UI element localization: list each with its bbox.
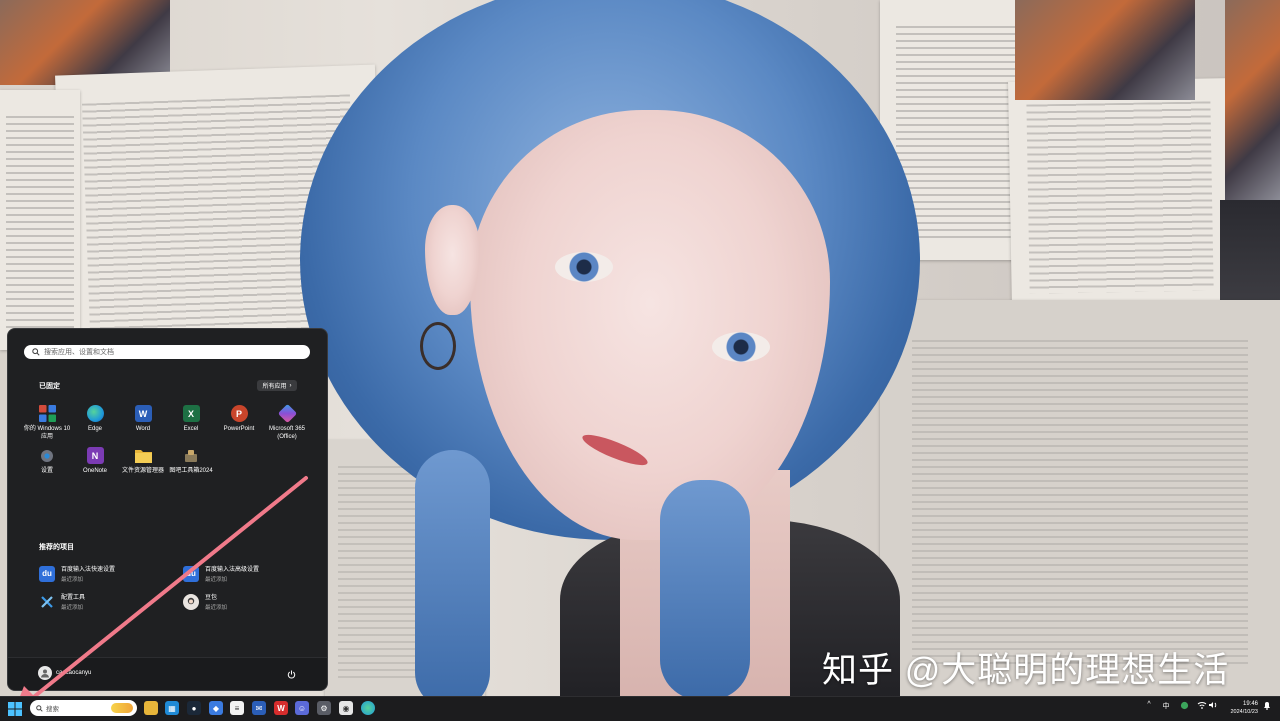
character-eye <box>555 252 613 282</box>
app-label: 图吧工具箱2024 <box>169 468 213 474</box>
recommended-item-name: 配置工具 <box>61 595 86 601</box>
pinned-section-title: 已固定 <box>39 383 60 390</box>
recommended-item-name: 百度输入法快速设置 <box>61 567 116 573</box>
power-icon <box>287 669 295 678</box>
start-search-input[interactable]: 搜索应用、设置和文档 <box>24 345 310 359</box>
recommended-item[interactable]: 豆包 最近添加 <box>183 592 227 611</box>
ime-indicator[interactable]: 中 <box>1160 701 1172 711</box>
doubao-icon[interactable]: ◉ <box>339 701 353 715</box>
wallpaper-comic-panel <box>1015 0 1195 100</box>
wallpaper-newspaper <box>880 300 1280 700</box>
tools-icon <box>39 594 55 610</box>
recommended-item-sub: 最近添加 <box>205 577 228 583</box>
recommended-section-title: 推荐的项目 <box>39 544 74 551</box>
volume-icon[interactable] <box>1208 701 1218 709</box>
user-avatar-icon <box>38 666 52 680</box>
app-label: Excel <box>183 426 199 432</box>
pinned-app-file-explorer[interactable]: 文件资源管理器 <box>119 447 167 475</box>
start-menu-footer: caocaocanyu <box>8 657 327 690</box>
avatar-app-icon[interactable]: ☺ <box>295 701 309 715</box>
wallpaper-comic-panel <box>1225 0 1280 200</box>
user-name: caocaocanyu <box>56 670 92 676</box>
app-label: PowerPoint <box>223 426 255 432</box>
search-icon <box>30 346 42 358</box>
pinned-app-onenote[interactable]: N OneNote <box>71 447 119 475</box>
recommended-item-name: 百度输入法高级设置 <box>205 567 260 573</box>
notification-bell-icon[interactable] <box>1262 701 1272 710</box>
pinned-app-settings[interactable]: 设置 <box>23 447 71 475</box>
m365-icon <box>277 403 297 424</box>
app-label: 设置 <box>40 468 53 474</box>
store-icon[interactable]: ▦ <box>165 701 179 715</box>
baidu-du-icon: du <box>39 565 55 582</box>
show-hidden-icons-chevron-icon[interactable]: ^ <box>1144 701 1154 708</box>
file-explorer-icon[interactable] <box>144 701 158 715</box>
app-label: Word <box>135 426 151 432</box>
pinned-app-excel[interactable]: X Excel <box>167 405 215 433</box>
pinned-app-m365[interactable]: Microsoft 365 (Office) <box>263 403 311 441</box>
pinned-app-windows10-apps[interactable]: 你的 Windows 10 应用 <box>23 405 71 441</box>
app-icon[interactable]: ◆ <box>209 701 223 715</box>
search-placeholder: 搜索应用、设置和文档 <box>44 349 114 356</box>
wps-icon[interactable]: W <box>274 701 288 715</box>
steam-icon[interactable]: ● <box>187 701 201 715</box>
recommended-item[interactable]: 配置工具 最近添加 <box>39 592 85 611</box>
pinned-app-word[interactable]: W Word <box>119 405 167 433</box>
edge-icon <box>86 405 104 422</box>
all-apps-button[interactable]: 所有应用 › <box>257 380 297 391</box>
app-label: Edge <box>87 426 102 432</box>
onenote-icon: N <box>86 447 104 464</box>
character-braid <box>660 480 750 700</box>
chevron-right-icon: › <box>289 382 292 389</box>
settings-gear-icon <box>39 447 56 464</box>
excel-icon: X <box>182 405 200 422</box>
system-clock[interactable]: 19:46 2024/10/23 <box>1222 700 1258 716</box>
recommended-item-sub: 最近添加 <box>61 577 84 583</box>
start-menu: 搜索应用、设置和文档 已固定 所有应用 › 你的 Windows 10 应用 E… <box>7 328 328 691</box>
toolbox-icon <box>183 447 200 464</box>
clock-date: 2024/10/23 <box>1230 709 1258 715</box>
app-label: OneNote <box>82 468 107 474</box>
recommended-item-sub: 最近添加 <box>205 605 228 611</box>
word-icon: W <box>134 405 152 422</box>
doubao-icon <box>183 593 199 610</box>
app-label: 文件资源管理器 <box>121 468 164 474</box>
app-label: 你的 Windows 10 应用 <box>23 426 71 440</box>
file-explorer-icon <box>134 447 152 464</box>
pinned-app-toolbox[interactable]: 图吧工具箱2024 <box>167 447 215 475</box>
settings-gear-icon[interactable]: ⚙ <box>317 701 331 715</box>
start-button[interactable] <box>6 700 24 718</box>
app-label: Microsoft 365 (Office) <box>268 426 305 440</box>
wallpaper-newspaper <box>0 90 80 350</box>
mail-icon[interactable]: ✉ <box>252 701 266 715</box>
all-apps-label: 所有应用 <box>262 384 287 390</box>
wallpaper-newspaper <box>1008 78 1232 312</box>
zhihu-watermark: 知乎 @大聪明的理想生活 <box>822 651 1230 690</box>
recommended-item-sub: 最近添加 <box>61 605 84 611</box>
search-icon <box>36 704 43 712</box>
user-account-button[interactable]: caocaocanyu <box>38 666 91 680</box>
character-eye <box>712 332 770 362</box>
taskbar-search-box[interactable]: 搜索 <box>30 700 137 716</box>
wifi-icon[interactable] <box>1196 701 1208 709</box>
notepad-icon[interactable]: ≡ <box>230 701 244 715</box>
clock-time: 19:46 <box>1242 701 1258 707</box>
search-highlight-icon <box>111 703 133 713</box>
edge-icon[interactable] <box>361 701 375 715</box>
taskbar: 搜索 ▦ ● ◆ ≡ ✉ W ☺ ⚙ ◉ ^ 中 19:46 2024/10/2… <box>0 696 1280 721</box>
character-braid <box>415 450 490 710</box>
baidu-du-icon: du <box>183 565 199 582</box>
windows-logo-icon <box>8 702 22 716</box>
pinned-app-edge[interactable]: Edge <box>71 405 119 433</box>
recommended-item[interactable]: du 百度输入法快速设置 最近添加 <box>39 564 115 583</box>
input-method-icon[interactable] <box>1178 701 1190 710</box>
character-earring <box>420 322 456 370</box>
recommended-item[interactable]: du 百度输入法高级设置 最近添加 <box>183 564 259 583</box>
recommended-item-name: 豆包 <box>205 595 218 601</box>
power-button[interactable] <box>284 667 298 681</box>
powerpoint-icon: P <box>230 405 248 422</box>
taskbar-search-placeholder: 搜索 <box>46 706 59 713</box>
windows-apps-icon <box>38 405 56 422</box>
pinned-app-powerpoint[interactable]: P PowerPoint <box>215 405 263 433</box>
